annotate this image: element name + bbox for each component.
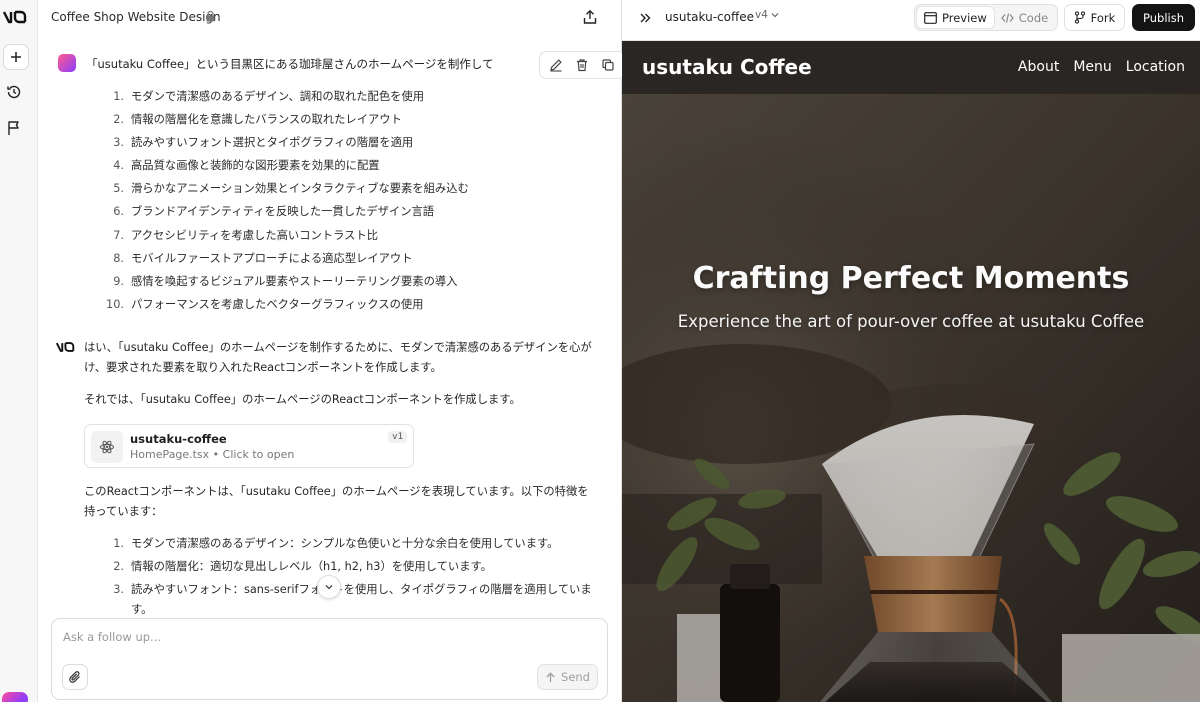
list-item: 3. 読みやすいフォント選択とタイポグラフィの階層を適用 — [113, 136, 414, 150]
chat-pane: Coffee Shop Website Design 「usutaku Coff… — [38, 0, 625, 702]
list-item: 4. 高品質な画像と装飾的な図形要素を効果的に配置 — [113, 159, 380, 173]
attach-button[interactable] — [62, 664, 88, 690]
nav-link-about[interactable]: About — [1018, 59, 1059, 75]
publish-button[interactable]: Publish — [1132, 4, 1195, 31]
project-name: usutaku-coffee — [665, 10, 755, 24]
code-icon — [1000, 12, 1014, 23]
hero-title: Crafting Perfect Moments — [692, 261, 1130, 296]
view-toggle: Preview Code — [914, 4, 1058, 31]
git-fork-icon — [1074, 11, 1085, 24]
list-item: 7. アクセシビリティを考慮した高いコントラスト比 — [113, 228, 379, 242]
user-avatar-icon — [58, 54, 76, 72]
list-item: 5. 滑らかなアニメーション効果とインタラクティブな要素を組み込む — [113, 182, 469, 196]
edit-button[interactable] — [545, 54, 567, 76]
version-selector[interactable]: v4 — [755, 9, 780, 21]
user-avatar-icon[interactable] — [2, 692, 28, 702]
v0-logo-icon — [56, 342, 75, 352]
pencil-icon — [550, 59, 562, 72]
list-item: 6. ブランドアイデンティティを反映した一貫したデザイン言語 — [113, 205, 435, 219]
list-item: 1. モダンで清潔感のあるデザイン、調和の取れた配色を使用 — [113, 90, 425, 103]
arrow-up-icon — [546, 671, 555, 682]
assistant-paragraph: はい、「usutaku Coffee」のホームページを制作するために、モダンで清… — [84, 341, 592, 374]
trash-icon — [577, 59, 587, 72]
assistant-paragraph: それでは、「usutaku Coffee」のホームページのReactコンポーネン… — [84, 393, 521, 406]
site-brand[interactable]: usutaku Coffee — [642, 55, 812, 79]
send-label: Send — [561, 670, 590, 684]
paperclip-icon — [69, 671, 80, 683]
flag-icon[interactable] — [6, 120, 22, 136]
chevron-down-icon — [325, 585, 333, 590]
list-item: 8. モバイルファーストアプローチによる適応型レイアウト — [113, 251, 413, 265]
fork-button[interactable]: Fork — [1064, 4, 1125, 31]
site-nav-links: About Menu Location — [1018, 59, 1185, 75]
user-message-text: 「usutaku Coffee」という目黒区にある珈琲屋さんのホームページを制作… — [86, 57, 494, 71]
copy-button[interactable] — [597, 54, 619, 76]
assistant-paragraph: このReactコンポーネントは、「usutaku Coffee」のホームページを… — [84, 485, 589, 518]
hero-subtitle: Experience the art of pour-over coffee a… — [677, 312, 1145, 331]
preview-pane: usutaku-coffee v4 Preview Code Fork Publ… — [622, 0, 1200, 702]
hero-coffee-image — [622, 94, 1200, 702]
site-navbar: usutaku Coffee About Menu Location — [622, 41, 1200, 94]
list-item: 2. 情報の階層化を意識したバランスの取れたレイアウト — [113, 113, 402, 127]
v0-logo-icon[interactable] — [3, 9, 31, 25]
file-card[interactable]: usutaku-coffee HomePage.tsx • Click to o… — [84, 424, 414, 468]
version-badge: v1 — [388, 431, 407, 443]
website-preview: usutaku Coffee About Menu Location Craft… — [622, 41, 1200, 702]
chevron-down-icon — [771, 13, 779, 18]
list-item: 10. パフォーマンスを考慮したベクターグラフィックスの使用 — [106, 297, 424, 311]
share-icon[interactable] — [582, 9, 598, 25]
input-placeholder: Ask a follow up... — [63, 630, 162, 644]
list-item: 9. 感情を喚起するビジュアル要素やストーリーテリング要素の導入 — [113, 274, 458, 288]
chat-title[interactable]: Coffee Shop Website Design — [51, 10, 221, 24]
new-chat-button[interactable] — [3, 44, 29, 70]
lock-icon — [206, 11, 215, 22]
browser-window-icon — [924, 11, 937, 24]
scroll-down-button[interactable] — [317, 575, 341, 599]
list-item: 2. 情報の階層化：適切な見出しレベル（h1, h2, h3）を使用しています。 — [113, 560, 492, 573]
nav-link-menu[interactable]: Menu — [1073, 59, 1111, 75]
follow-up-input[interactable]: Ask a follow up... Send — [51, 618, 608, 700]
hero-section: Crafting Perfect Moments Experience the … — [622, 94, 1200, 702]
tab-preview[interactable]: Preview — [917, 7, 994, 28]
file-card-subtitle: HomePage.tsx • Click to open — [130, 448, 295, 461]
copy-icon — [602, 59, 614, 71]
requirements-list: 1. モダンで清潔感のあるデザイン、調和の取れた配色を使用 2. 情報の階層化を意識… — [102, 87, 469, 318]
double-chevron-right-icon[interactable] — [638, 11, 652, 25]
send-button[interactable]: Send — [537, 664, 598, 690]
react-atom-icon — [91, 431, 123, 463]
message-actions — [539, 51, 625, 79]
clock-history-icon[interactable] — [6, 84, 22, 100]
chat-header: Coffee Shop Website Design — [38, 0, 622, 36]
plus-icon — [11, 52, 21, 62]
list-item: 3. 読みやすいフォント：sans-serifフォントを使用し、タイポグラフィの階… — [113, 583, 592, 616]
file-card-name: usutaku-coffee — [130, 432, 227, 446]
tab-code[interactable]: Code — [994, 7, 1055, 28]
nav-link-location[interactable]: Location — [1126, 59, 1185, 75]
list-item: 1. モダンで清潔感のあるデザイン：シンプルな色使いと十分な余白を使用しています。 — [113, 537, 559, 550]
left-rail — [0, 0, 38, 702]
preview-header: usutaku-coffee v4 Preview Code Fork Publ… — [622, 0, 1200, 41]
features-list: 1. モダンで清潔感のあるデザイン：シンプルな色使いと十分な余白を使用しています。… — [102, 534, 601, 620]
delete-button[interactable] — [571, 54, 593, 76]
